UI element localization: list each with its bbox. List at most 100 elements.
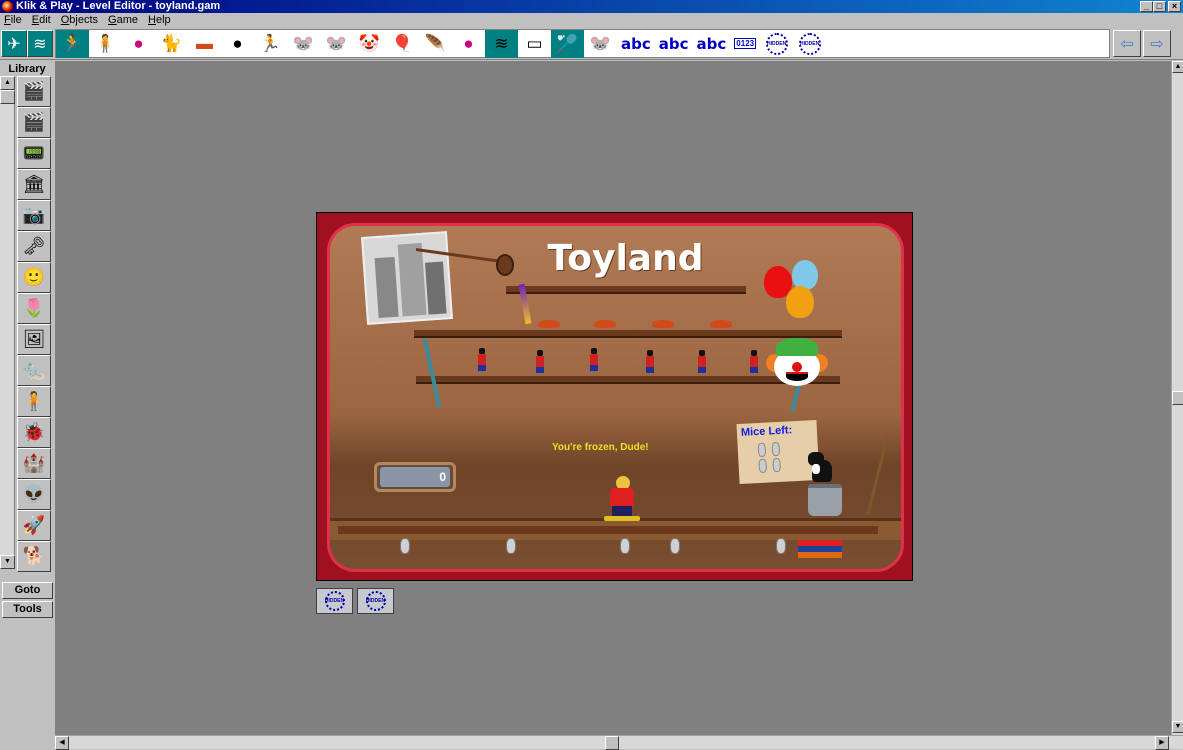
library-item[interactable]: 🎬 <box>17 107 51 138</box>
toy-soldier[interactable] <box>588 348 600 372</box>
library-item[interactable]: 🗝 <box>17 231 51 262</box>
balloons-object-icon: 🎈 <box>391 33 414 53</box>
minimize-button[interactable]: _ <box>1140 1 1153 12</box>
floor-mouse[interactable] <box>400 538 410 554</box>
orange-balloon[interactable] <box>786 286 814 318</box>
library-item[interactable]: 📟 <box>17 138 51 169</box>
library-item[interactable]: 🐞 <box>17 417 51 448</box>
tools-button[interactable]: Tools <box>2 601 53 618</box>
soldier-object-button[interactable]: 🏃 <box>254 30 287 58</box>
vertical-scrollbar[interactable]: ▲ ▼ <box>1171 61 1183 735</box>
floor-mouse[interactable] <box>620 538 630 554</box>
menu-game[interactable]: Game <box>108 13 138 28</box>
text-object-button[interactable]: abc <box>617 30 655 58</box>
mouse-counter-icon <box>772 457 782 473</box>
clown-object-button[interactable]: 🤡 <box>353 30 386 58</box>
library-item[interactable]: 🎬 <box>17 76 51 107</box>
horizontal-scrollbar[interactable]: ◀ ▶ <box>55 735 1183 750</box>
horizontal-scroll-thumb[interactable] <box>605 736 619 750</box>
mouse-3-object-button[interactable]: 🐭 <box>584 30 617 58</box>
mouse-object-icon: 🐭 <box>292 33 315 53</box>
top-shelf <box>506 286 746 294</box>
library-item[interactable]: 📷 <box>17 200 51 231</box>
skateboard-kid[interactable] <box>604 476 640 524</box>
toy-car-object-icon: ▬ <box>196 33 213 53</box>
library-scroll-up[interactable]: ▲ <box>0 76 15 90</box>
mouse-object-button[interactable]: 🐭 <box>287 30 320 58</box>
cat-object-button[interactable]: 🐈 <box>155 30 188 58</box>
vertical-scroll-thumb[interactable] <box>1172 391 1183 405</box>
racket-object-button[interactable]: 🏸 <box>551 29 584 58</box>
floor-mouse[interactable] <box>506 538 516 554</box>
mouse-counter-icon <box>771 441 781 457</box>
hidden-object-button[interactable]: HIDDEN <box>760 30 793 58</box>
hidden-object-1[interactable]: HIDDEN <box>316 588 353 614</box>
toy-car[interactable] <box>538 320 560 328</box>
library-scroll-down[interactable]: ▼ <box>0 555 15 569</box>
text-object-button[interactable]: abc <box>693 30 731 58</box>
toy-soldier[interactable] <box>644 350 656 374</box>
scroll-right-arrow[interactable]: ▶ <box>1155 736 1169 750</box>
frozen-message[interactable]: You're frozen, Dude! <box>552 442 649 453</box>
event-editor-mode-button[interactable]: ≋ <box>27 30 53 57</box>
runner-object-button[interactable]: 🏃 <box>56 29 89 58</box>
text-object-button[interactable]: abc <box>655 30 693 58</box>
board-object-button[interactable]: ▭ <box>518 30 551 58</box>
library-item[interactable]: 🐀 <box>17 355 51 386</box>
library-item[interactable]: 🚀 <box>17 510 51 541</box>
mouse-2-object-button[interactable]: 🐭 <box>320 30 353 58</box>
broom <box>866 436 889 516</box>
level-editor-mode-button[interactable]: ✈ <box>1 30 27 57</box>
score-board[interactable]: 0 <box>374 462 456 492</box>
close-button[interactable]: × <box>1168 1 1181 12</box>
library-title: Library <box>8 63 46 75</box>
toy-car[interactable] <box>652 320 674 328</box>
game-frame[interactable]: Toyland Mice Left: You're frozen, Dude! … <box>316 212 913 581</box>
floor-mouse[interactable] <box>670 538 680 554</box>
menu-objects[interactable]: Objects <box>61 13 98 28</box>
maximize-button[interactable]: □ <box>1153 1 1166 12</box>
toy-car[interactable] <box>710 320 732 328</box>
wave-object-button[interactable]: ≋ <box>485 29 518 58</box>
floor-mouse[interactable] <box>776 538 786 554</box>
hidden-object-2[interactable]: HIDDEN <box>357 588 394 614</box>
toyland-scene: Toyland Mice Left: You're frozen, Dude! … <box>327 223 904 572</box>
kid-object-button[interactable]: 🧍 <box>89 30 122 58</box>
hidden-object-button[interactable]: HIDDEN <box>793 30 826 58</box>
toy-car-object-button[interactable]: ▬ <box>188 30 221 58</box>
goto-button[interactable]: Goto <box>2 582 53 599</box>
library-scroll-thumb[interactable] <box>0 90 15 104</box>
toy-car[interactable] <box>594 320 616 328</box>
black-dot-object-button[interactable]: ● <box>221 30 254 58</box>
clown[interactable] <box>766 338 828 388</box>
library-item[interactable]: 🏰 <box>17 448 51 479</box>
pink-ball-2-object-button[interactable]: ● <box>452 30 485 58</box>
scroll-down-arrow[interactable]: ▼ <box>1172 721 1183 733</box>
library-item[interactable]: 🌷 <box>17 293 51 324</box>
library-scrollbar[interactable]: ▲ ▼ <box>0 76 15 569</box>
counter-object-button[interactable]: 0123 <box>730 30 760 58</box>
feather-object-button[interactable]: 🪶 <box>419 30 452 58</box>
toy-soldier[interactable] <box>748 350 760 374</box>
library-item[interactable]: 👽 <box>17 479 51 510</box>
menu-file[interactable]: File <box>4 13 22 28</box>
scroll-up-arrow[interactable]: ▲ <box>1172 61 1183 73</box>
library-clapper-2-icon: 🎬 <box>22 112 46 132</box>
library-item[interactable]: 🧍 <box>17 386 51 417</box>
menu-help[interactable]: Help <box>148 13 171 28</box>
menu-edit[interactable]: Edit <box>32 13 51 28</box>
scroll-right-button[interactable]: ⇨ <box>1143 30 1171 57</box>
scroll-left-button[interactable]: ⇦ <box>1113 30 1141 57</box>
scroll-left-arrow[interactable]: ◀ <box>55 736 69 750</box>
library-item[interactable]: 🖼 <box>17 324 51 355</box>
library-item[interactable]: 🐕 <box>17 541 51 572</box>
balloons-object-button[interactable]: 🎈 <box>386 30 419 58</box>
library-item[interactable]: 🏛 <box>17 169 51 200</box>
toy-soldier[interactable] <box>696 350 708 374</box>
wave-object-icon: ≋ <box>494 33 509 53</box>
library-item[interactable]: 🙂 <box>17 262 51 293</box>
pink-ball-object-button[interactable]: ● <box>122 30 155 58</box>
toy-soldier[interactable] <box>534 350 546 374</box>
toy-soldier[interactable] <box>476 348 488 372</box>
cat[interactable] <box>808 452 836 482</box>
